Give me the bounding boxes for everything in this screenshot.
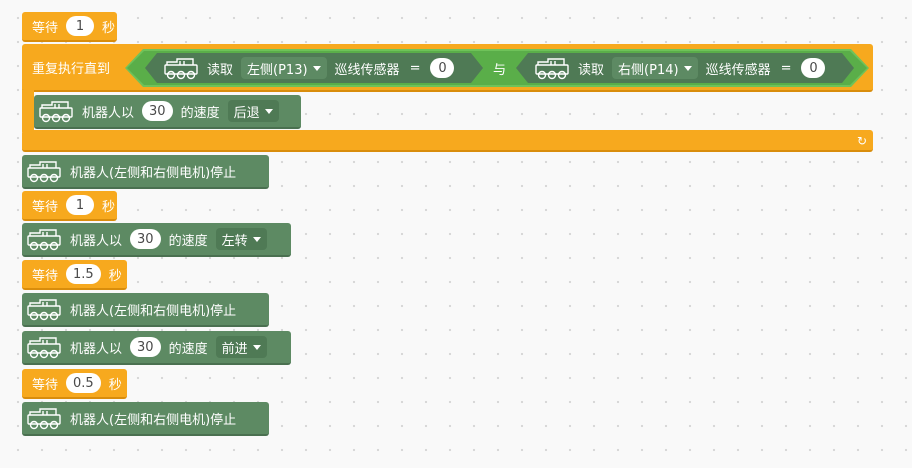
repeat-until-label: 重复执行直到 — [32, 61, 111, 77]
chevron-down-icon — [264, 108, 273, 114]
wait-block-4[interactable]: 等待 0.5 秒 — [22, 369, 127, 399]
left-compare-input[interactable]: 0 — [430, 58, 454, 78]
wait-block-2[interactable]: 等待 1 秒 — [22, 191, 117, 221]
chevron-down-icon — [313, 66, 321, 71]
robot-car-icon — [534, 56, 570, 80]
wait-seconds-input[interactable]: 1.5 — [66, 264, 101, 284]
chevron-down-icon — [684, 66, 692, 71]
speed-label: 的速度 — [180, 105, 220, 121]
repeat-until-footer: ↻ — [22, 130, 873, 152]
speed-input[interactable]: 30 — [130, 229, 161, 249]
and-condition[interactable]: 读取 左侧(P13) 巡线传感器 = 0 与 读取 右侧(P14) 巡线传感器 … — [125, 49, 869, 87]
stop-label: 机器人(左侧和右侧电机)停止 — [70, 412, 237, 428]
direction-value: 左转 — [221, 233, 248, 249]
wait-seconds-input[interactable]: 1 — [66, 195, 95, 215]
speed-input[interactable]: 30 — [130, 337, 161, 357]
direction-value: 后退 — [233, 105, 260, 121]
left-sensor-condition[interactable]: 读取 左侧(P13) 巡线传感器 = 0 — [145, 53, 483, 83]
left-sensor-value: 左侧(P13) — [247, 62, 308, 78]
equals-operator: = — [780, 60, 792, 76]
robot-stop-block-2[interactable]: 机器人(左侧和右侧电机)停止 — [22, 293, 269, 327]
right-sensor-dropdown[interactable]: 右侧(P14) — [612, 57, 698, 79]
robot-car-icon — [26, 297, 62, 321]
speed-label: 的速度 — [168, 233, 208, 249]
direction-dropdown[interactable]: 前进 — [215, 336, 267, 358]
wait-block-3[interactable]: 等待 1.5 秒 — [22, 260, 127, 290]
move-prefix: 机器人以 — [82, 105, 135, 121]
robot-car-icon — [38, 99, 74, 123]
seconds-unit: 秒 — [108, 268, 122, 284]
robot-car-icon — [26, 335, 62, 359]
speed-label: 的速度 — [168, 341, 208, 357]
robot-stop-block-3[interactable]: 机器人(左侧和右侧电机)停止 — [22, 402, 269, 436]
wait-label: 等待 — [32, 268, 59, 284]
loop-arrow-icon: ↻ — [856, 134, 867, 148]
chevron-down-icon — [252, 344, 261, 350]
read-label: 读取 — [207, 62, 234, 78]
robot-car-icon — [26, 227, 62, 251]
move-prefix: 机器人以 — [70, 233, 123, 249]
repeat-arm — [22, 90, 34, 132]
wait-label: 等待 — [32, 377, 59, 393]
chevron-down-icon — [252, 236, 261, 242]
wait-block-1[interactable]: 等待 1 秒 — [22, 12, 117, 42]
robot-car-icon — [26, 406, 62, 430]
right-compare-input[interactable]: 0 — [801, 58, 825, 78]
direction-dropdown[interactable]: 左转 — [215, 228, 267, 250]
robot-stop-block-1[interactable]: 机器人(左侧和右侧电机)停止 — [22, 155, 269, 189]
equals-operator: = — [409, 60, 421, 76]
move-prefix: 机器人以 — [70, 341, 123, 357]
wait-label: 等待 — [32, 199, 59, 215]
stop-label: 机器人(左侧和右侧电机)停止 — [70, 303, 237, 319]
stop-label: 机器人(左侧和右侧电机)停止 — [70, 165, 237, 181]
direction-dropdown[interactable]: 后退 — [227, 100, 279, 122]
seconds-unit: 秒 — [102, 20, 116, 36]
seconds-unit: 秒 — [108, 377, 122, 393]
direction-value: 前进 — [221, 341, 248, 357]
sensor-label: 巡线传感器 — [334, 62, 400, 78]
right-sensor-condition[interactable]: 读取 右侧(P14) 巡线传感器 = 0 — [516, 53, 854, 83]
right-sensor-value: 右侧(P14) — [618, 62, 679, 78]
robot-move-left-block[interactable]: 机器人以 30 的速度 左转 — [22, 223, 291, 257]
wait-seconds-input[interactable]: 1 — [66, 16, 95, 36]
read-label: 读取 — [578, 62, 605, 78]
wait-seconds-input[interactable]: 0.5 — [66, 373, 101, 393]
robot-car-icon — [163, 56, 199, 80]
and-label: 与 — [493, 62, 507, 78]
wait-label: 等待 — [32, 20, 59, 36]
seconds-unit: 秒 — [102, 199, 116, 215]
sensor-label: 巡线传感器 — [705, 62, 771, 78]
robot-move-back-block[interactable]: 机器人以 30 的速度 后退 — [34, 95, 301, 129]
left-sensor-dropdown[interactable]: 左侧(P13) — [241, 57, 327, 79]
speed-input[interactable]: 30 — [142, 101, 173, 121]
robot-car-icon — [26, 159, 62, 183]
robot-move-forward-block[interactable]: 机器人以 30 的速度 前进 — [22, 331, 291, 365]
